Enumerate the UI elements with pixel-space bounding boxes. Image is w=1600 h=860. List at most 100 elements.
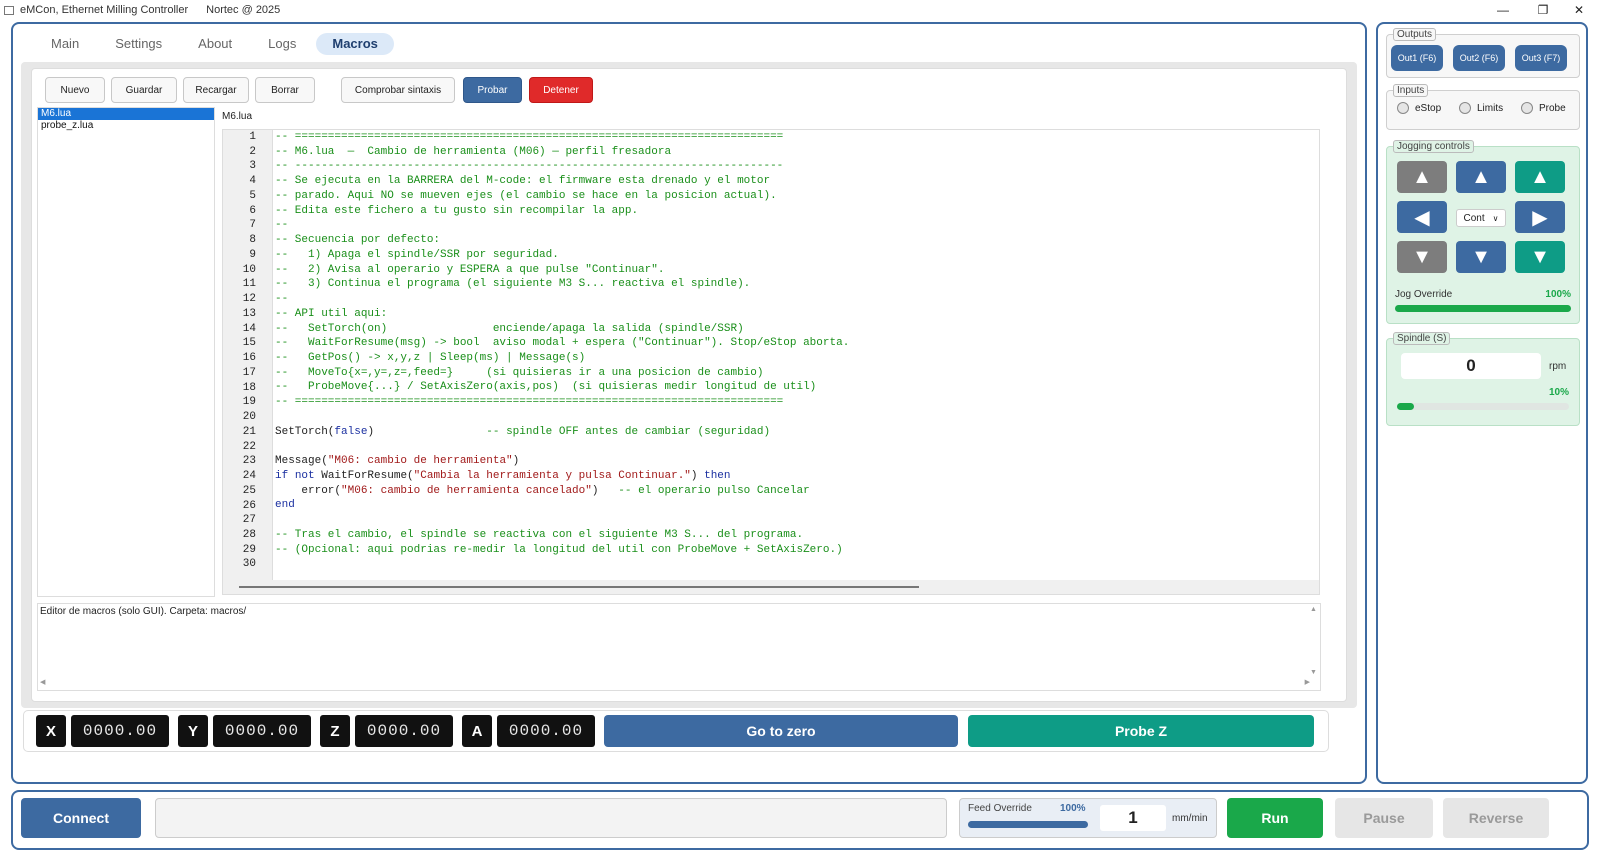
- tab-logs[interactable]: Logs: [252, 33, 312, 55]
- scrollbar-thumb[interactable]: [239, 586, 919, 588]
- line-number: 12: [242, 293, 256, 306]
- scroll-down-icon[interactable]: ▼: [1310, 669, 1317, 676]
- tab-about[interactable]: About: [182, 33, 248, 55]
- code-line: -- Se ejecuta en la BARRERA del M-code: …: [275, 175, 771, 188]
- code-area[interactable]: -- =====================================…: [275, 130, 1315, 580]
- file-list[interactable]: M6.lua probe_z.lua: [37, 107, 215, 597]
- jog-z-up-button[interactable]: ▲: [1515, 161, 1565, 193]
- line-number: 7: [249, 219, 256, 232]
- line-number: 30: [242, 558, 256, 571]
- horizontal-scrollbar[interactable]: ◀ ▶: [40, 678, 1310, 688]
- stop-button[interactable]: Detener: [529, 77, 593, 103]
- feed-rate-input[interactable]: 1: [1100, 805, 1166, 831]
- code-line: -- SetTorch(on) enciende/apaga la salida…: [275, 322, 744, 335]
- jogging-group: Jogging controls ▲ ▲ ▲ ◀ Cont ∨ ▶ ▼ ▼ ▼ J…: [1386, 140, 1580, 324]
- out3-button[interactable]: Out3 (F7): [1515, 45, 1567, 71]
- outputs-title: Outputs: [1393, 28, 1437, 41]
- feed-override-slider[interactable]: [968, 821, 1088, 828]
- x-axis-value: 0000.00: [71, 715, 169, 747]
- horizontal-scrollbar[interactable]: [223, 580, 1319, 594]
- jog-override-value: 100%: [1545, 289, 1571, 300]
- spindle-slider[interactable]: [1397, 403, 1569, 410]
- y-axis-value: 0000.00: [213, 715, 311, 747]
- title-bar: eMCon, Ethernet Milling Controller Norte…: [0, 0, 1600, 20]
- status-field: [155, 798, 947, 838]
- jog-a-down-button[interactable]: ▼: [1397, 241, 1447, 273]
- code-editor[interactable]: 1 2 3 4 5 6 7 8 9 10 11 12 13 14 15 16 17 18 19 20 21 22 23 24 2…: [222, 129, 1320, 595]
- code-line: -- Secuencia por defecto:: [275, 234, 441, 247]
- code-line: SetTorch(false) -- spindle OFF antes de …: [275, 425, 771, 438]
- code-line: --: [275, 293, 289, 306]
- code-line: -- Edita este fichero a tu gusto sin rec…: [275, 204, 639, 217]
- reverse-button[interactable]: Reverse: [1443, 798, 1549, 838]
- console-output: Editor de macros (solo GUI). Carpeta: ma…: [37, 603, 1321, 691]
- macro-editor-panel: Nuevo Guardar Recargar Borrar Comprobar …: [31, 68, 1347, 702]
- reload-button[interactable]: Recargar: [183, 77, 249, 103]
- close-icon[interactable]: ✕: [1556, 0, 1600, 20]
- line-number: 22: [242, 440, 256, 453]
- test-button[interactable]: Probar: [463, 77, 522, 103]
- arrow-down-icon: ▼: [1412, 245, 1432, 268]
- line-number: 14: [242, 322, 256, 335]
- inputs-title: Inputs: [1393, 84, 1429, 97]
- jog-y-down-button[interactable]: ▼: [1456, 241, 1506, 273]
- z-axis-value: 0000.00: [355, 715, 453, 747]
- delete-button[interactable]: Borrar: [255, 77, 315, 103]
- jog-z-down-button[interactable]: ▼: [1515, 241, 1565, 273]
- check-syntax-button[interactable]: Comprobar sintaxis: [341, 77, 455, 103]
- line-number: 29: [242, 543, 256, 556]
- tab-main[interactable]: Main: [35, 33, 95, 55]
- tab-macros[interactable]: Macros: [316, 33, 394, 55]
- line-number: 9: [249, 248, 256, 261]
- jog-mode-value: Cont: [1463, 212, 1485, 224]
- line-number: 17: [242, 366, 256, 379]
- arrow-right-icon: ▶: [1532, 206, 1548, 229]
- limits-label: Limits: [1477, 102, 1504, 114]
- tab-settings[interactable]: Settings: [99, 33, 178, 55]
- go-to-zero-button[interactable]: Go to zero: [604, 715, 958, 747]
- vertical-scrollbar[interactable]: ▲ ▼: [1310, 606, 1318, 676]
- jog-y-up-button[interactable]: ▲: [1456, 161, 1506, 193]
- out1-button[interactable]: Out1 (F6): [1391, 45, 1443, 71]
- run-button[interactable]: Run: [1227, 798, 1323, 838]
- probe-z-button[interactable]: Probe Z: [968, 715, 1314, 747]
- arrow-left-icon: ◀: [1414, 206, 1430, 229]
- jog-x-right-button[interactable]: ▶: [1515, 201, 1565, 233]
- feed-override-value: 100%: [1060, 803, 1086, 814]
- code-line: Message("M06: cambio de herramienta"): [275, 455, 520, 468]
- list-item[interactable]: M6.lua: [38, 108, 214, 120]
- scroll-up-icon[interactable]: ▲: [1310, 606, 1317, 613]
- scroll-right-icon[interactable]: ▶: [1305, 678, 1310, 686]
- side-panel: Outputs Out1 (F6) Out2 (F6) Out3 (F7) In…: [1376, 22, 1588, 784]
- company-label: Nortec @ 2025: [206, 4, 281, 16]
- code-line: -- GetPos() -> x,y,z | Sleep(ms) | Messa…: [275, 352, 586, 365]
- z-axis-label: Z: [320, 715, 350, 747]
- arrow-up-icon: ▲: [1471, 165, 1491, 188]
- out2-button[interactable]: Out2 (F6): [1453, 45, 1505, 71]
- jog-override-fill: [1395, 305, 1571, 312]
- scroll-left-icon[interactable]: ◀: [40, 678, 45, 686]
- current-file-label: M6.lua: [222, 111, 253, 122]
- line-number: 26: [242, 499, 256, 512]
- list-item[interactable]: probe_z.lua: [38, 120, 214, 132]
- save-button[interactable]: Guardar: [111, 77, 177, 103]
- code-line: --: [275, 219, 289, 232]
- app-icon: [4, 5, 14, 15]
- pause-button[interactable]: Pause: [1335, 798, 1433, 838]
- jog-a-up-button[interactable]: ▲: [1397, 161, 1447, 193]
- jog-mode-select[interactable]: Cont ∨: [1456, 209, 1506, 227]
- jog-override-slider[interactable]: [1395, 305, 1571, 312]
- line-number: 4: [249, 175, 256, 188]
- new-button[interactable]: Nuevo: [45, 77, 105, 103]
- arrow-down-icon: ▼: [1530, 245, 1550, 268]
- y-axis-label: Y: [178, 715, 208, 747]
- code-line: -- =====================================…: [275, 131, 784, 143]
- main-panel: Main Settings About Logs Macros Nuevo Gu…: [11, 22, 1367, 784]
- connect-button[interactable]: Connect: [21, 798, 141, 838]
- spindle-group: Spindle (S) 0 rpm 10%: [1386, 332, 1580, 426]
- jog-x-left-button[interactable]: ◀: [1397, 201, 1447, 233]
- spindle-speed-input[interactable]: 0: [1401, 353, 1541, 379]
- chevron-down-icon: ∨: [1492, 213, 1499, 223]
